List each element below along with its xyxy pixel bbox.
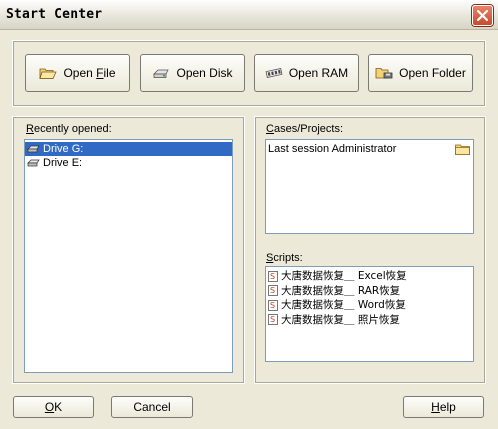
script-icon <box>268 284 278 298</box>
disk-icon <box>153 69 170 78</box>
ram-chip-icon <box>265 68 283 78</box>
start-center-window: Start Center Open File Open Disk Open RA… <box>0 0 498 429</box>
script-item-photo[interactable]: 大唐数据恢复＿ 照片恢复 <box>266 313 473 327</box>
open-ram-button[interactable]: Open RAM <box>254 54 359 92</box>
window-title: Start Center <box>6 7 103 22</box>
script-item-rar[interactable]: 大唐数据恢复＿ RAR恢复 <box>266 284 473 298</box>
folder-disk-icon <box>375 68 393 79</box>
open-ram-label: Open RAM <box>288 66 349 80</box>
drive-icon <box>27 159 40 167</box>
case-item-last-session[interactable]: Last session Administrator <box>266 142 473 156</box>
recent-item-drive-g[interactable]: Drive G: <box>25 142 232 156</box>
open-file-label: Open File <box>63 66 116 80</box>
cases-projects-list[interactable]: Last session Administrator <box>265 139 474 234</box>
scripts-list[interactable]: 大唐数据恢复＿ Excel恢复 大唐数据恢复＿ RAR恢复 大唐数据恢复＿ Wo… <box>265 266 474 362</box>
help-label: Help <box>431 400 456 414</box>
open-disk-label: Open Disk <box>176 66 233 80</box>
cases-projects-label: Cases/Projects: <box>266 123 344 135</box>
scripts-label: Scripts: <box>266 252 303 264</box>
script-item-word[interactable]: 大唐数据恢复＿ Word恢复 <box>266 298 473 313</box>
close-icon <box>477 10 488 21</box>
recently-opened-label: Recently opened: <box>26 123 112 135</box>
open-disk-button[interactable]: Open Disk <box>140 54 245 92</box>
cancel-button[interactable]: Cancel <box>111 396 193 418</box>
ok-button[interactable]: OK <box>13 396 94 418</box>
cancel-label: Cancel <box>133 400 171 414</box>
recently-opened-list[interactable]: Drive G: Drive E: <box>24 139 233 373</box>
drive-icon <box>27 145 40 153</box>
help-button[interactable]: Help <box>403 396 484 418</box>
open-folder-icon <box>39 68 58 79</box>
script-icon <box>268 299 278 313</box>
close-button[interactable] <box>472 5 493 26</box>
script-icon <box>268 313 278 327</box>
title-bar[interactable]: Start Center <box>0 0 498 30</box>
ok-label: OK <box>44 400 63 414</box>
open-folder-label: Open Folder <box>399 66 466 80</box>
open-folder-button[interactable]: Open Folder <box>368 54 473 92</box>
folder-icon <box>455 144 470 155</box>
script-item-excel[interactable]: 大唐数据恢复＿ Excel恢复 <box>266 269 473 284</box>
script-icon <box>268 270 278 284</box>
open-file-button[interactable]: Open File <box>25 54 130 92</box>
recent-item-drive-e[interactable]: Drive E: <box>25 156 232 170</box>
